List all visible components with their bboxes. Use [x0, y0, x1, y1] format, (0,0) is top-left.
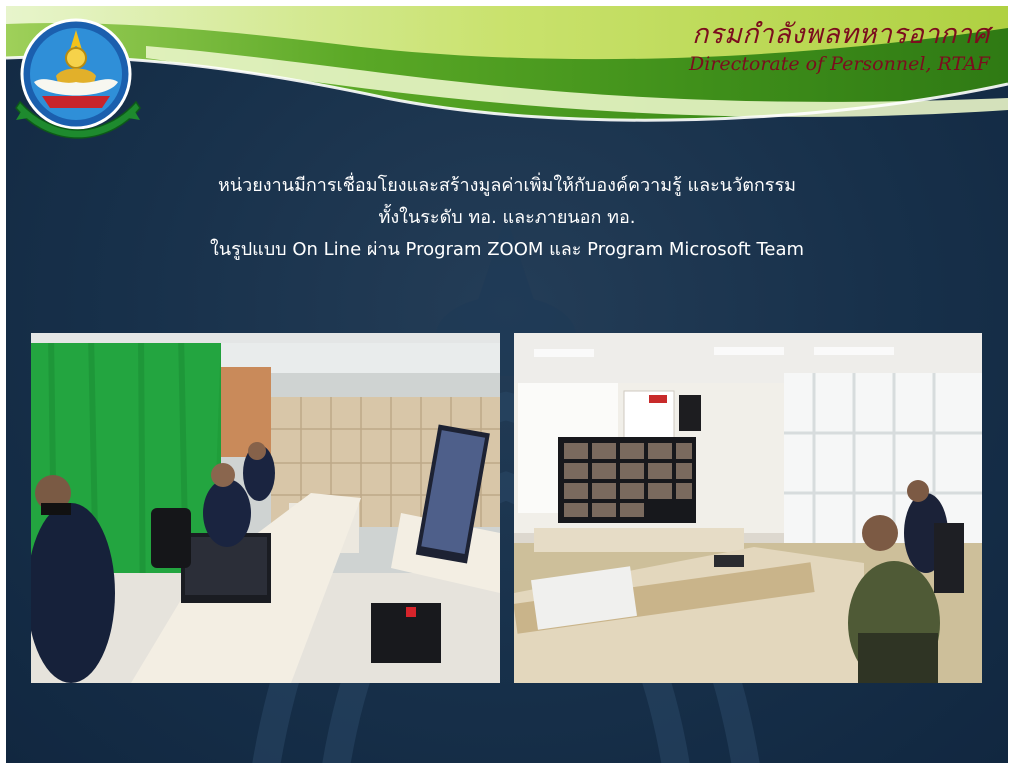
headline-line-2: ทั้งในระดับ ทอ. และภายนอก ทอ. [378, 207, 636, 228]
org-name-english: Directorate of Personnel, RTAF [688, 53, 990, 75]
rtaf-personnel-emblem-icon [15, 18, 141, 139]
photo-green-screen-room [31, 333, 500, 683]
org-name-thai: กรมกำลังพลทหารอากาศ [691, 19, 990, 50]
photo-zoom-meeting-room [514, 333, 982, 683]
headline-text: หน่วยงานมีการเชื่อมโยงและสร้างมูลค่าเพิ่… [46, 170, 968, 266]
headline-line-3: ในรูปแบบ On Line ผ่าน Program ZOOM และ P… [209, 239, 805, 260]
headline-line-1: หน่วยงานมีการเชื่อมโยงและสร้างมูลค่าเพิ่… [217, 175, 797, 196]
slide: กรมกำลังพลทหารอากาศ Directorate of Perso… [6, 6, 1008, 763]
organization-title: กรมกำลังพลทหารอากาศ Directorate of Perso… [689, 18, 990, 76]
